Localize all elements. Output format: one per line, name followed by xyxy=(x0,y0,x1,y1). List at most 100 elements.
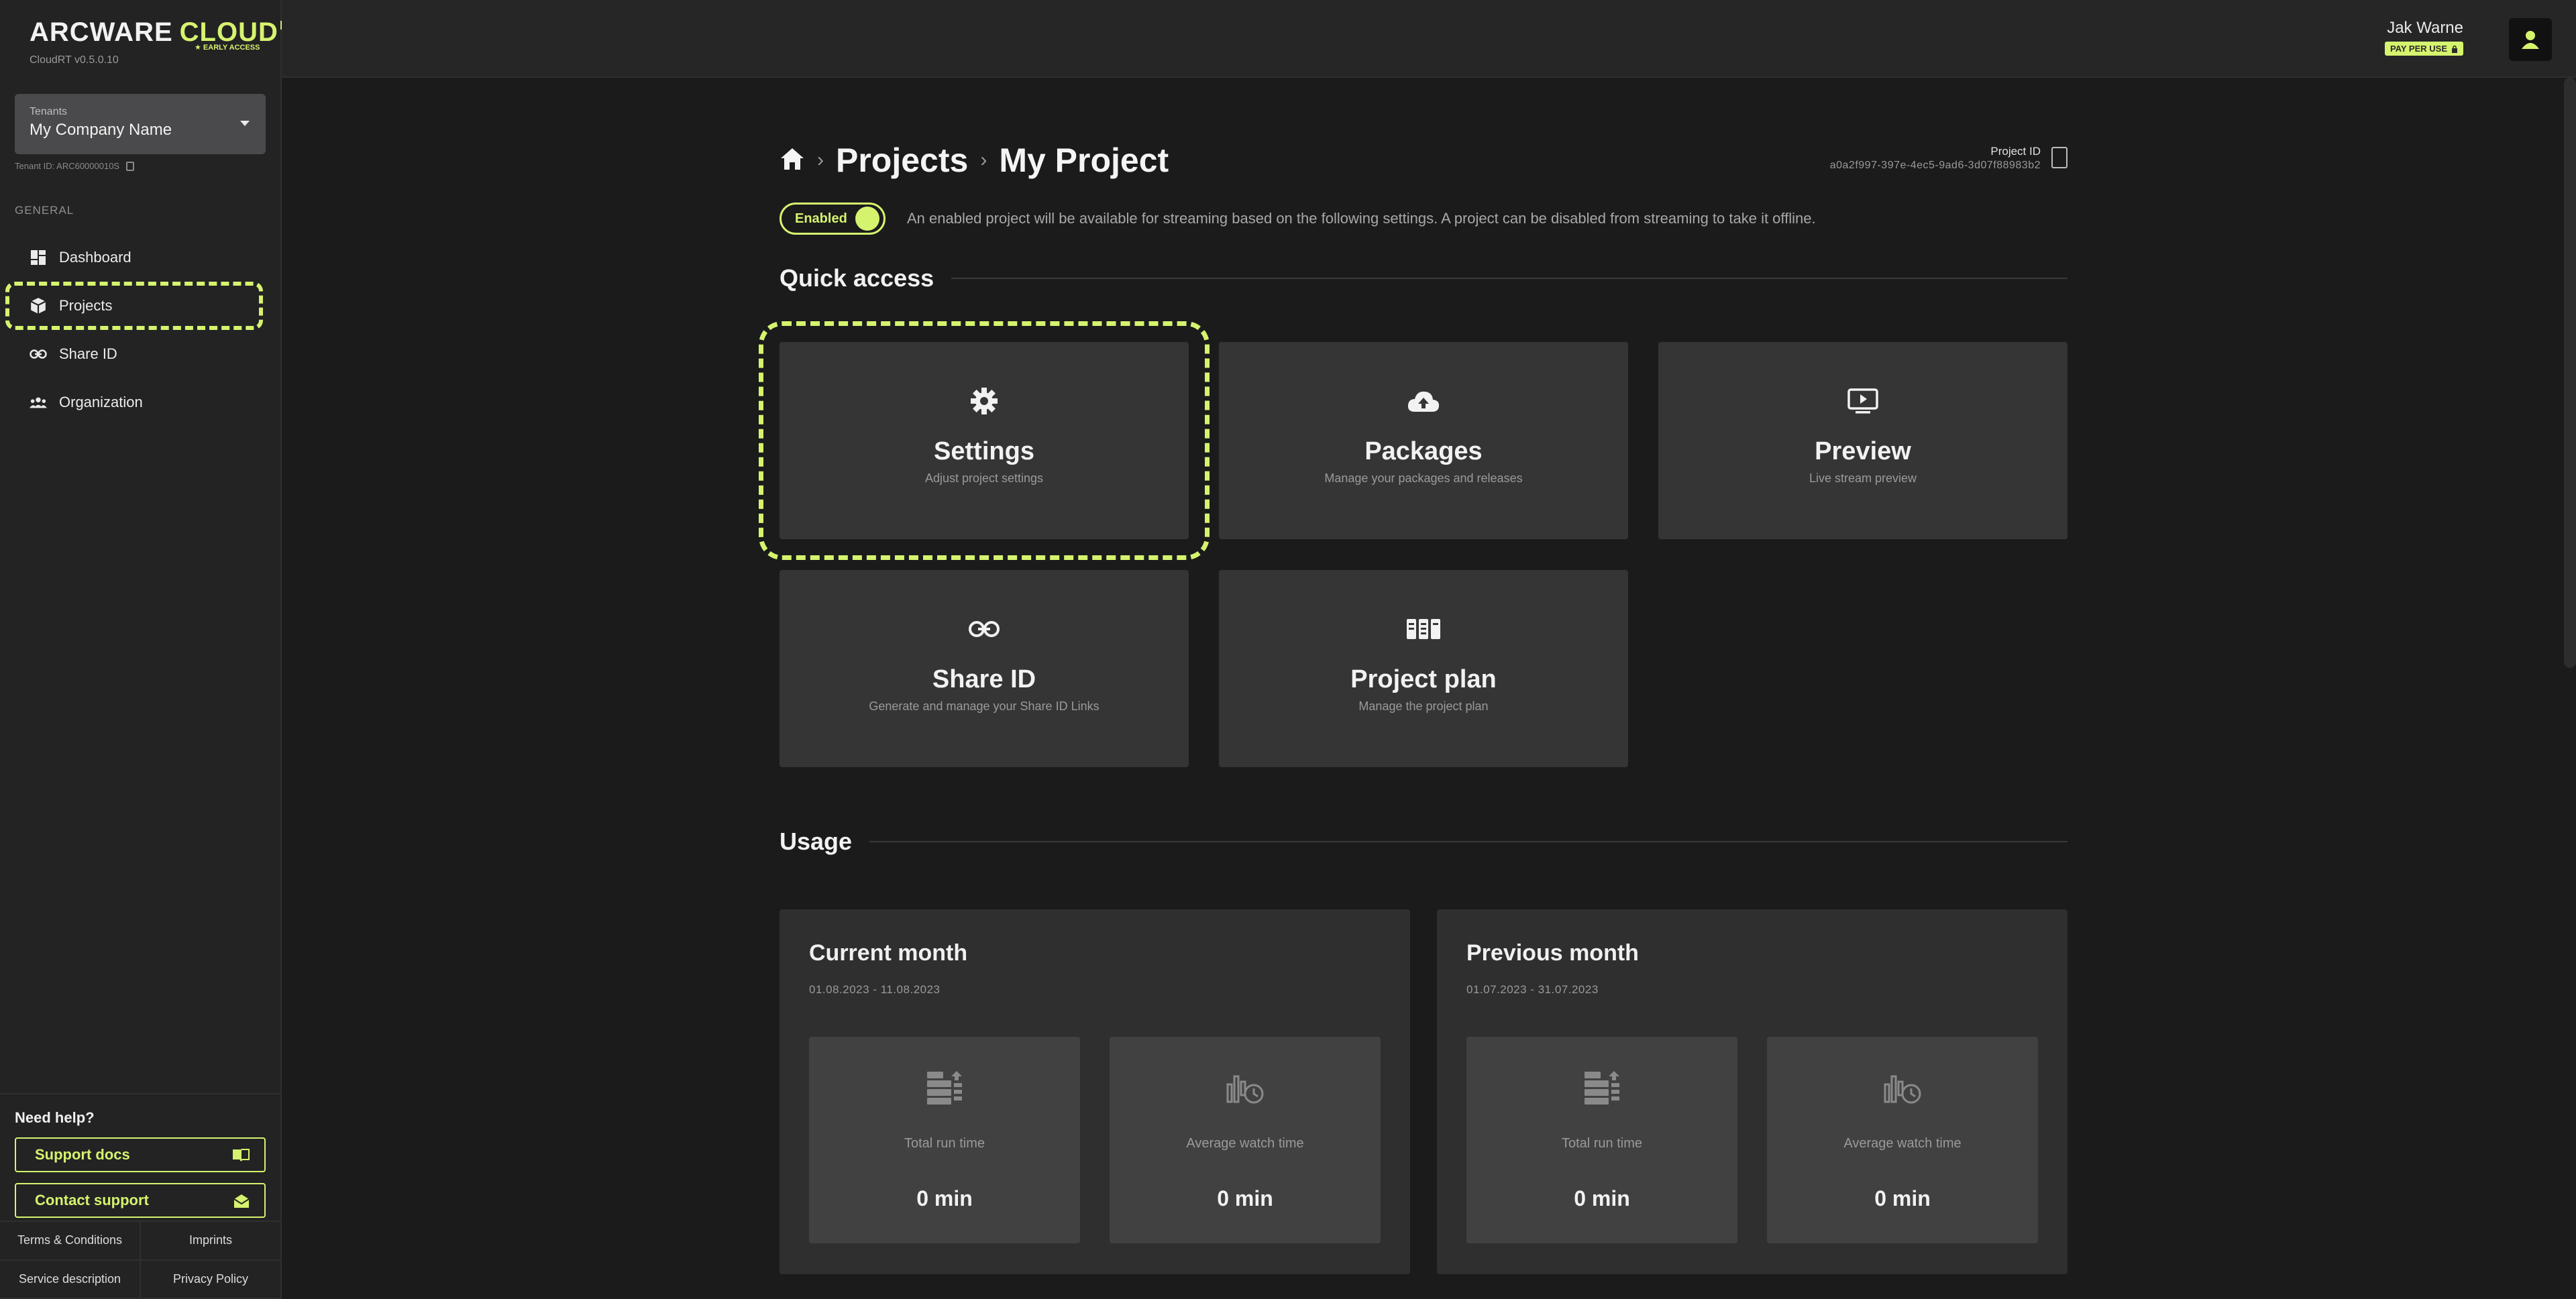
card-subtitle: Adjust project settings xyxy=(924,471,1044,485)
card-subtitle: Live stream preview xyxy=(1809,471,1917,485)
tenant-id: Tenant ID: ARC60000010S xyxy=(15,161,135,171)
usage-panel-range: 01.08.2023 - 11.08.2023 xyxy=(809,983,941,996)
app-root: ARCWARE CLOUD RT ★ EARLY ACCESS CloudRT … xyxy=(0,0,2576,1299)
packages-card[interactable]: Packages Manage your packages and releas… xyxy=(1219,342,1628,539)
card-subtitle: Generate and manage your Share ID Links xyxy=(869,699,1099,713)
stat-label: Total run time xyxy=(1561,1136,1643,1151)
tenant-label: Tenants xyxy=(30,106,68,117)
divider xyxy=(869,841,2068,842)
sidebar-item-label: Share ID xyxy=(59,345,117,362)
usage-current-month: Current month 01.08.2023 - 11.08.2023 To… xyxy=(780,909,1410,1274)
card-subtitle: Manage the project plan xyxy=(1358,699,1489,713)
toggle-knob xyxy=(855,207,879,231)
tenant-name: My Company Name xyxy=(30,121,172,139)
breadcrumb-separator: › xyxy=(980,149,987,171)
gear-icon xyxy=(969,386,999,416)
sidebar-item-label: Projects xyxy=(59,297,113,314)
version-label: CloudRT v0.5.0.10 xyxy=(30,54,119,66)
average-watch-time-stat: Average watch time 0 min xyxy=(1767,1037,2038,1243)
usage-previous-month: Previous month 01.07.2023 - 31.07.2023 T… xyxy=(1437,909,2068,1274)
topbar: Jak Warne PAY PER USE xyxy=(282,0,2576,78)
card-title: Settings xyxy=(934,437,1034,465)
total-run-time-stat: Total run time 0 min xyxy=(809,1037,1080,1243)
enabled-toggle[interactable]: Enabled xyxy=(780,203,885,235)
privacy-policy-link[interactable]: Privacy Policy xyxy=(141,1260,282,1299)
card-title: Packages xyxy=(1364,437,1483,465)
link-icon xyxy=(30,345,47,363)
terms-link[interactable]: Terms & Conditions xyxy=(0,1222,141,1261)
stat-label: Total run time xyxy=(904,1136,985,1151)
people-icon xyxy=(30,394,47,411)
imprints-link[interactable]: Imprints xyxy=(141,1222,282,1261)
user-icon xyxy=(2522,31,2539,49)
nav-section-label: GENERAL xyxy=(15,204,74,217)
enabled-description: An enabled project will be available for… xyxy=(907,210,1816,227)
chart-clock-icon xyxy=(1226,1068,1265,1108)
stat-label: Average watch time xyxy=(1843,1136,1962,1151)
share-id-card[interactable]: Share ID Generate and manage your Share … xyxy=(780,570,1189,767)
copy-icon[interactable] xyxy=(126,161,135,171)
play-screen-icon xyxy=(1847,386,1878,416)
stat-value: 0 min xyxy=(1874,1186,1931,1210)
plan-icon xyxy=(1406,614,1441,644)
lock-icon xyxy=(2452,45,2457,53)
server-icon xyxy=(926,1068,963,1108)
stat-value: 0 min xyxy=(916,1186,973,1210)
stat-label: Average watch time xyxy=(1186,1136,1304,1151)
cube-icon xyxy=(30,297,47,315)
contact-support-label: Contact support xyxy=(35,1192,149,1208)
logo-text: ARCWARE xyxy=(30,17,173,47)
project-plan-card[interactable]: Project plan Manage the project plan xyxy=(1219,570,1628,767)
help-title: Need help? xyxy=(15,1109,95,1126)
sidebar: ARCWARE CLOUD RT ★ EARLY ACCESS CloudRT … xyxy=(0,0,297,1299)
server-icon xyxy=(1583,1068,1621,1108)
help-section: Need help? Support docs Contact support xyxy=(0,1093,282,1218)
usage-panel-title: Previous month xyxy=(1466,940,1639,966)
avatar-button[interactable] xyxy=(2509,18,2552,61)
preview-card[interactable]: Preview Live stream preview xyxy=(1658,342,2068,539)
divider xyxy=(951,278,2068,279)
sidebar-item-label: Dashboard xyxy=(59,249,131,266)
mail-icon xyxy=(233,1194,250,1212)
plan-badge: PAY PER USE xyxy=(2384,42,2463,56)
card-title: Share ID xyxy=(932,665,1036,693)
total-run-time-stat: Total run time 0 min xyxy=(1466,1037,1737,1243)
toggle-label: Enabled xyxy=(795,211,847,226)
usage-title: Usage xyxy=(780,828,853,855)
support-docs-button[interactable]: Support docs xyxy=(15,1137,266,1172)
dashboard-icon xyxy=(30,249,47,266)
sidebar-item-organization[interactable]: Organization xyxy=(0,378,282,427)
support-docs-label: Support docs xyxy=(35,1146,130,1163)
project-id-label: Project ID xyxy=(1990,145,2041,158)
stat-value: 0 min xyxy=(1217,1186,1273,1210)
settings-card[interactable]: Settings Adjust project settings xyxy=(759,321,1210,560)
breadcrumb-current: My Project xyxy=(999,142,1169,179)
tenant-select[interactable]: Tenants My Company Name xyxy=(15,94,266,154)
contact-support-button[interactable]: Contact support xyxy=(15,1183,266,1218)
sidebar-item-dashboard[interactable]: Dashboard xyxy=(0,233,282,282)
home-icon[interactable] xyxy=(780,147,805,174)
card-subtitle: Manage your packages and releases xyxy=(1324,471,1523,485)
sidebar-item-projects[interactable]: Projects xyxy=(5,282,263,330)
usage-panel-range: 01.07.2023 - 31.07.2023 xyxy=(1466,983,1599,996)
enabled-row: Enabled An enabled project will be avail… xyxy=(780,203,1816,235)
usage-panel-title: Current month xyxy=(809,940,968,966)
usage-header: Usage xyxy=(780,828,2068,856)
breadcrumb: › Projects › My Project xyxy=(780,141,1169,180)
sidebar-nav: Dashboard Projects Share ID Organization xyxy=(0,233,282,427)
plan-badge-label: PAY PER USE xyxy=(2390,44,2447,54)
user-info: Jak Warne PAY PER USE xyxy=(2384,19,2463,56)
chart-clock-icon xyxy=(1883,1068,1922,1108)
logo[interactable]: ARCWARE CLOUD RT ★ EARLY ACCESS CloudRT … xyxy=(30,17,297,66)
breadcrumb-projects[interactable]: Projects xyxy=(836,141,968,180)
sidebar-item-label: Organization xyxy=(59,394,143,410)
early-access-label: ★ EARLY ACCESS xyxy=(195,44,260,52)
average-watch-time-stat: Average watch time 0 min xyxy=(1110,1037,1381,1243)
project-id-value: a0a2f997-397e-4ec5-9ad6-3d07f88983b2 xyxy=(1829,160,2041,171)
sidebar-item-share-id[interactable]: Share ID xyxy=(0,330,282,378)
quick-access-title: Quick access xyxy=(780,264,934,292)
chevron-down-icon xyxy=(240,121,250,126)
scrollbar[interactable] xyxy=(2564,78,2576,668)
copy-icon[interactable] xyxy=(2051,147,2068,168)
service-description-link[interactable]: Service description xyxy=(0,1260,141,1299)
